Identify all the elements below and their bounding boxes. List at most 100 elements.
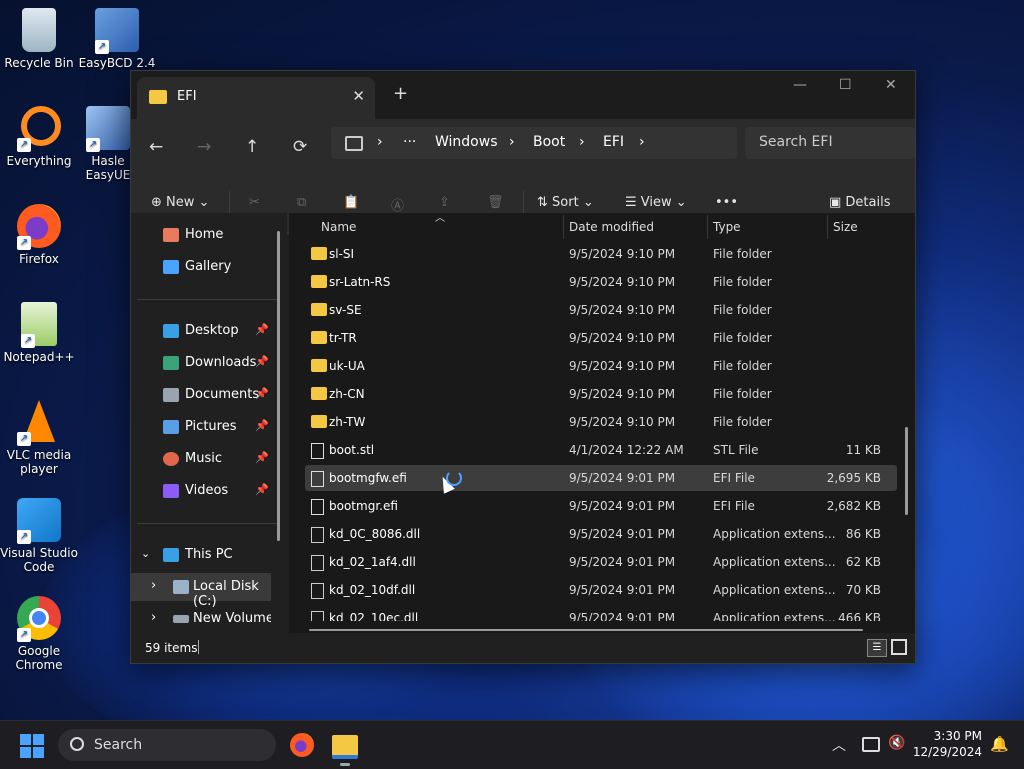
breadcrumb-efi[interactable]: EFI: [603, 134, 624, 150]
column-size[interactable]: Size: [833, 220, 858, 234]
tab-efi[interactable]: EFI ✕: [137, 77, 375, 119]
up-button[interactable]: ↑: [245, 137, 259, 157]
pictures-icon: [163, 420, 179, 434]
column-type[interactable]: Type: [713, 220, 741, 234]
back-button[interactable]: ←: [149, 137, 163, 157]
paste-icon[interactable]: 📋: [343, 195, 359, 210]
firefox-taskbar-icon[interactable]: [290, 733, 314, 757]
new-button[interactable]: ⊕ New ⌄: [151, 195, 209, 210]
sidebar-item-videos[interactable]: Videos 📌: [131, 477, 281, 505]
share-icon[interactable]: ⇪: [439, 195, 450, 210]
search-input[interactable]: Search EFI: [745, 127, 915, 159]
file-name: kd_02_10df.dll: [329, 583, 416, 597]
start-button[interactable]: [20, 734, 44, 758]
sidebar-item-downloads[interactable]: Downloads 📌: [131, 349, 281, 377]
chevron-right-icon[interactable]: ›: [151, 610, 156, 625]
desktop-icon-easybcd[interactable]: ↗ EasyBCD 2.4: [78, 8, 156, 70]
table-row[interactable]: tr-TR 9/5/2024 9:10 PM File folder: [305, 325, 897, 351]
music-icon: [163, 452, 179, 466]
sidebar-scrollbar[interactable]: [277, 231, 280, 541]
breadcrumb-sep: ›: [579, 134, 585, 150]
downloads-icon: [163, 356, 179, 370]
delete-icon[interactable]: 🗑: [487, 195, 504, 210]
forward-button[interactable]: →: [197, 137, 211, 157]
horizontal-scrollbar[interactable]: [309, 629, 863, 631]
table-row[interactable]: kd_0C_8086.dll 9/5/2024 9:01 PM Applicatio…: [305, 521, 897, 547]
file-size: 70 KB: [845, 583, 881, 597]
sidebar-item-desktop[interactable]: Desktop 📌: [131, 317, 281, 345]
desktop-icon-vlc[interactable]: ↗ VLC media player: [0, 400, 78, 476]
desktop-icon-everything[interactable]: ↗ Everything: [0, 106, 78, 168]
vertical-scrollbar[interactable]: [905, 427, 908, 515]
column-date-modified[interactable]: Date modified: [569, 220, 654, 234]
sidebar-item-music[interactable]: Music 📌: [131, 445, 281, 473]
desktop-icon-notepadpp[interactable]: ↗ Notepad++: [0, 302, 78, 364]
folder-icon: [311, 303, 327, 316]
folder-icon: [311, 275, 327, 288]
sidebar-label: Music: [185, 451, 222, 466]
desktop-icon-recycle-bin[interactable]: Recycle Bin: [0, 8, 78, 70]
breadcrumb-boot[interactable]: Boot: [533, 134, 565, 150]
table-row[interactable]: sr-Latn-RS 9/5/2024 9:10 PM File folder: [305, 269, 897, 295]
table-row[interactable]: bootmgr.efi 9/5/2024 9:01 PM EFI File 2,682…: [305, 493, 897, 519]
tiles-view-icon[interactable]: [891, 639, 907, 655]
desktop-icon-firefox[interactable]: ↗ Firefox: [0, 204, 78, 266]
volume-muted-icon[interactable]: 🔇: [888, 735, 905, 751]
notification-bell-icon[interactable]: 🔔: [990, 735, 1009, 753]
more-options-button[interactable]: •••: [715, 195, 738, 210]
table-row[interactable]: zh-TW 9/5/2024 9:10 PM File folder: [305, 409, 897, 435]
table-row[interactable]: bootmgfw.efi 9/5/2024 9:01 PM EFI File 2,69…: [305, 465, 897, 491]
table-row[interactable]: kd_02_10df.dll 9/5/2024 9:01 PM Applicatio…: [305, 577, 897, 603]
file-type: File folder: [713, 303, 772, 317]
maximize-button[interactable]: ☐: [839, 77, 852, 93]
new-tab-button[interactable]: +: [393, 83, 408, 104]
view-button[interactable]: ☰ View ⌄: [625, 195, 687, 210]
rows-container: sl-SI 9/5/2024 9:10 PM File folder sr-Latn-…: [289, 241, 915, 621]
close-window-button[interactable]: ✕: [885, 77, 897, 93]
sidebar-item-this-pc[interactable]: ⌄ This PC: [131, 541, 281, 569]
chevron-down-icon[interactable]: ⌄: [141, 547, 150, 560]
sidebar-item-pictures[interactable]: Pictures 📌: [131, 413, 281, 441]
taskbar-search[interactable]: Search: [58, 729, 276, 761]
sidebar-item-local-disk[interactable]: › Local Disk (C:): [131, 573, 271, 609]
sort-button[interactable]: ⇅ Sort ⌄: [537, 195, 594, 210]
breadcrumb-windows[interactable]: Windows: [435, 134, 498, 150]
breadcrumb-overflow[interactable]: ···: [403, 134, 416, 150]
details-pane-button[interactable]: ▣ Details: [829, 195, 891, 210]
cut-icon[interactable]: ✂: [249, 195, 260, 210]
file-name: kd_02_1af4.dll: [329, 555, 416, 569]
table-row[interactable]: boot.stl 4/1/2024 12:22 AM STL File 11 KB: [305, 437, 897, 463]
sidebar-item-home[interactable]: Home: [131, 221, 281, 249]
details-view-icon[interactable]: ☰: [867, 639, 887, 657]
chevron-up-icon[interactable]: ︿: [832, 735, 846, 755]
search-placeholder: Search EFI: [759, 134, 833, 150]
table-row[interactable]: kd_02_10ec.dll 9/5/2024 9:01 PM Applicatio…: [305, 605, 897, 621]
clock[interactable]: 3:30 PM 12/29/2024: [906, 728, 982, 760]
table-row[interactable]: zh-CN 9/5/2024 9:10 PM File folder: [305, 381, 897, 407]
column-name[interactable]: Name: [321, 220, 356, 234]
close-tab-button[interactable]: ✕: [352, 87, 365, 105]
breadcrumb[interactable]: › ··· Windows › Boot › EFI ›: [331, 127, 737, 159]
table-row[interactable]: uk-UA 9/5/2024 9:10 PM File folder: [305, 353, 897, 379]
file-icon: [311, 499, 324, 515]
desktop-icon-hasleo[interactable]: ↗ Hasle EasyUE: [78, 106, 138, 182]
vlc-icon: ↗: [17, 400, 61, 446]
copy-icon[interactable]: ⧉: [297, 195, 306, 210]
table-row[interactable]: sv-SE 9/5/2024 9:10 PM File folder: [305, 297, 897, 323]
file-date: 9/5/2024 9:01 PM: [569, 555, 676, 569]
breadcrumb-expand[interactable]: ›: [639, 134, 645, 150]
sidebar-item-gallery[interactable]: Gallery: [131, 253, 281, 281]
desktop-icon-label: Recycle Bin: [4, 56, 74, 70]
sidebar-item-new-volume[interactable]: › New Volume (I: [131, 605, 271, 633]
rename-icon[interactable]: Ⓐ: [391, 195, 404, 214]
chevron-right-icon[interactable]: ›: [151, 578, 156, 593]
desktop-icon-chrome[interactable]: ↗ Google Chrome: [0, 596, 78, 672]
minimize-button[interactable]: —: [793, 77, 807, 93]
sidebar-item-documents[interactable]: Documents 📌: [131, 381, 281, 409]
table-row[interactable]: kd_02_1af4.dll 9/5/2024 9:01 PM Applicatio…: [305, 549, 897, 575]
desktop-icon-vscode[interactable]: ↗ Visual Studio Code: [0, 498, 78, 574]
refresh-button[interactable]: ⟳: [293, 137, 307, 157]
network-icon[interactable]: [862, 737, 880, 752]
table-row[interactable]: sl-SI 9/5/2024 9:10 PM File folder: [305, 241, 897, 267]
file-explorer-taskbar-icon[interactable]: [332, 735, 358, 759]
